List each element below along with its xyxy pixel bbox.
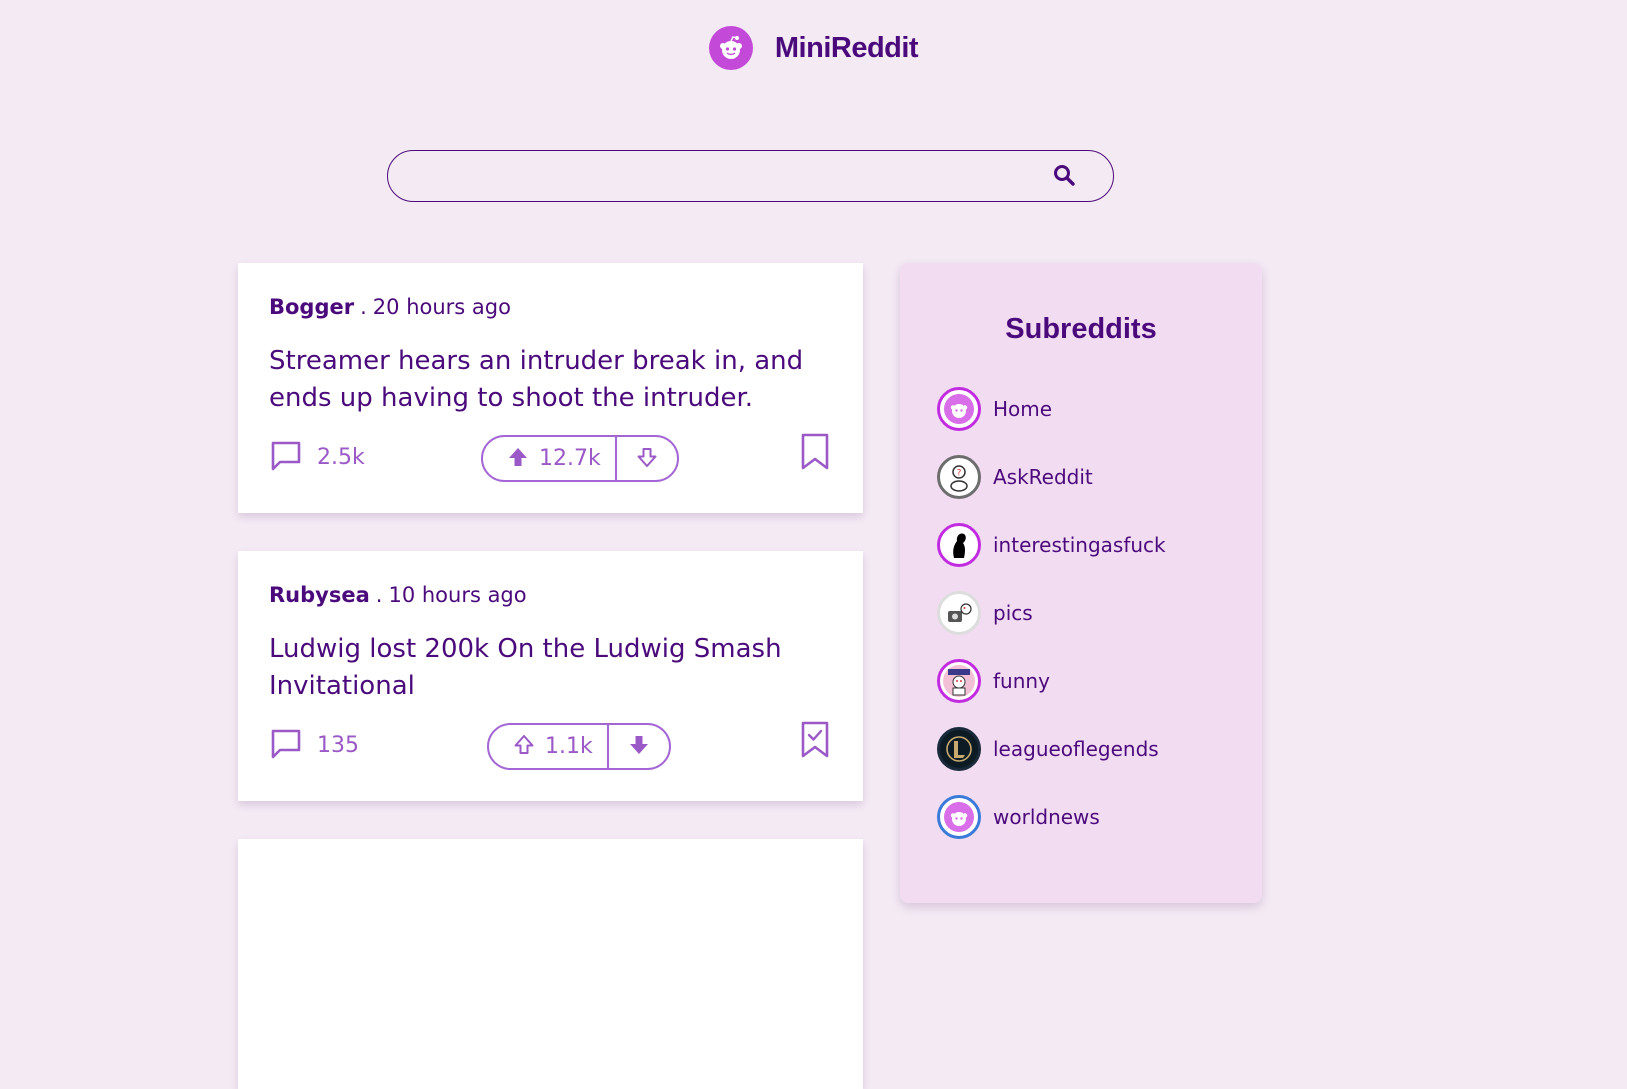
comments-button[interactable]: 2.5k: [269, 438, 365, 476]
bookmark-icon[interactable]: [801, 433, 829, 475]
subreddit-label: interestingasfuck: [993, 533, 1166, 557]
subreddit-item-funny[interactable]: funny: [937, 659, 1050, 703]
subreddit-item-leagueoflegends[interactable]: leagueoflegends: [937, 727, 1159, 771]
post-meta: Bogger. 20 hours ago: [269, 295, 511, 319]
reddit-alien-icon: [937, 387, 981, 431]
arrow-up-outline-icon: [513, 734, 535, 760]
silhouette-icon: [937, 523, 981, 567]
arrow-up-filled-icon: [507, 446, 529, 472]
app-header: MiniReddit: [0, 26, 1627, 70]
comment-icon: [269, 438, 303, 476]
bookmark-check-icon[interactable]: [801, 721, 829, 763]
subreddit-item-askreddit[interactable]: ? AskReddit: [937, 455, 1093, 499]
post-title[interactable]: Streamer hears an intruder break in, and…: [269, 343, 829, 417]
subreddit-label: Home: [993, 397, 1053, 421]
vote-control: 1.1k: [487, 723, 671, 770]
post-author[interactable]: Rubysea: [269, 583, 370, 607]
reddit-alien-icon: [937, 795, 981, 839]
pics-icon: [937, 591, 981, 635]
post-time: 10 hours ago: [388, 583, 527, 607]
subreddit-label: AskReddit: [993, 465, 1093, 489]
sidebar-title: Subreddits: [1005, 313, 1157, 345]
downvote-button[interactable]: [609, 725, 669, 768]
meta-separator: .: [360, 295, 367, 319]
subreddit-item-interestingasfuck[interactable]: interestingasfuck: [937, 523, 1166, 567]
askreddit-icon: ?: [937, 455, 981, 499]
reddit-alien-icon[interactable]: [708, 26, 753, 70]
subreddit-label: leagueoflegends: [993, 737, 1159, 761]
subreddit-label: pics: [993, 601, 1033, 625]
vote-control: 12.7k: [481, 435, 679, 482]
meta-separator: .: [375, 583, 383, 607]
svg-text:?: ?: [957, 469, 962, 479]
post-meta: Rubysea. 10 hours ago: [269, 583, 527, 607]
post-time: 20 hours ago: [372, 295, 511, 319]
subreddit-item-home[interactable]: Home: [937, 387, 1052, 431]
vote-count: 1.1k: [545, 734, 593, 759]
downvote-button[interactable]: [617, 437, 677, 480]
search-input[interactable]: [387, 150, 1114, 202]
post-card[interactable]: Bogger. 20 hours ago Streamer hears an in…: [238, 263, 863, 513]
post-card[interactable]: [238, 839, 863, 1089]
upvote-button[interactable]: 12.7k: [483, 437, 615, 480]
post-card[interactable]: Rubysea. 10 hours ago Ludwig lost 200k On…: [238, 551, 863, 801]
subreddits-sidebar: Subreddits Home ? AskReddit interestinga…: [900, 263, 1262, 903]
post-author[interactable]: Bogger: [269, 295, 354, 319]
app-title[interactable]: MiniReddit: [775, 32, 919, 65]
upvote-button[interactable]: 1.1k: [489, 725, 607, 768]
search-icon[interactable]: [1053, 164, 1075, 190]
comments-button[interactable]: 135: [269, 726, 359, 764]
subreddit-label: funny: [993, 669, 1050, 693]
funny-icon: [937, 659, 981, 703]
league-icon: [937, 727, 981, 771]
comment-count: 2.5k: [317, 444, 365, 470]
comment-count: 135: [317, 732, 359, 758]
subreddit-item-worldnews[interactable]: worldnews: [937, 795, 1100, 839]
arrow-down-outline-icon: [636, 446, 658, 472]
post-title[interactable]: Ludwig lost 200k On the Ludwig Smash Inv…: [269, 631, 829, 705]
arrow-down-filled-icon: [628, 734, 650, 760]
subreddit-item-pics[interactable]: pics: [937, 591, 1033, 635]
vote-count: 12.7k: [539, 446, 601, 471]
comment-icon: [269, 726, 303, 764]
subreddit-label: worldnews: [993, 805, 1100, 829]
